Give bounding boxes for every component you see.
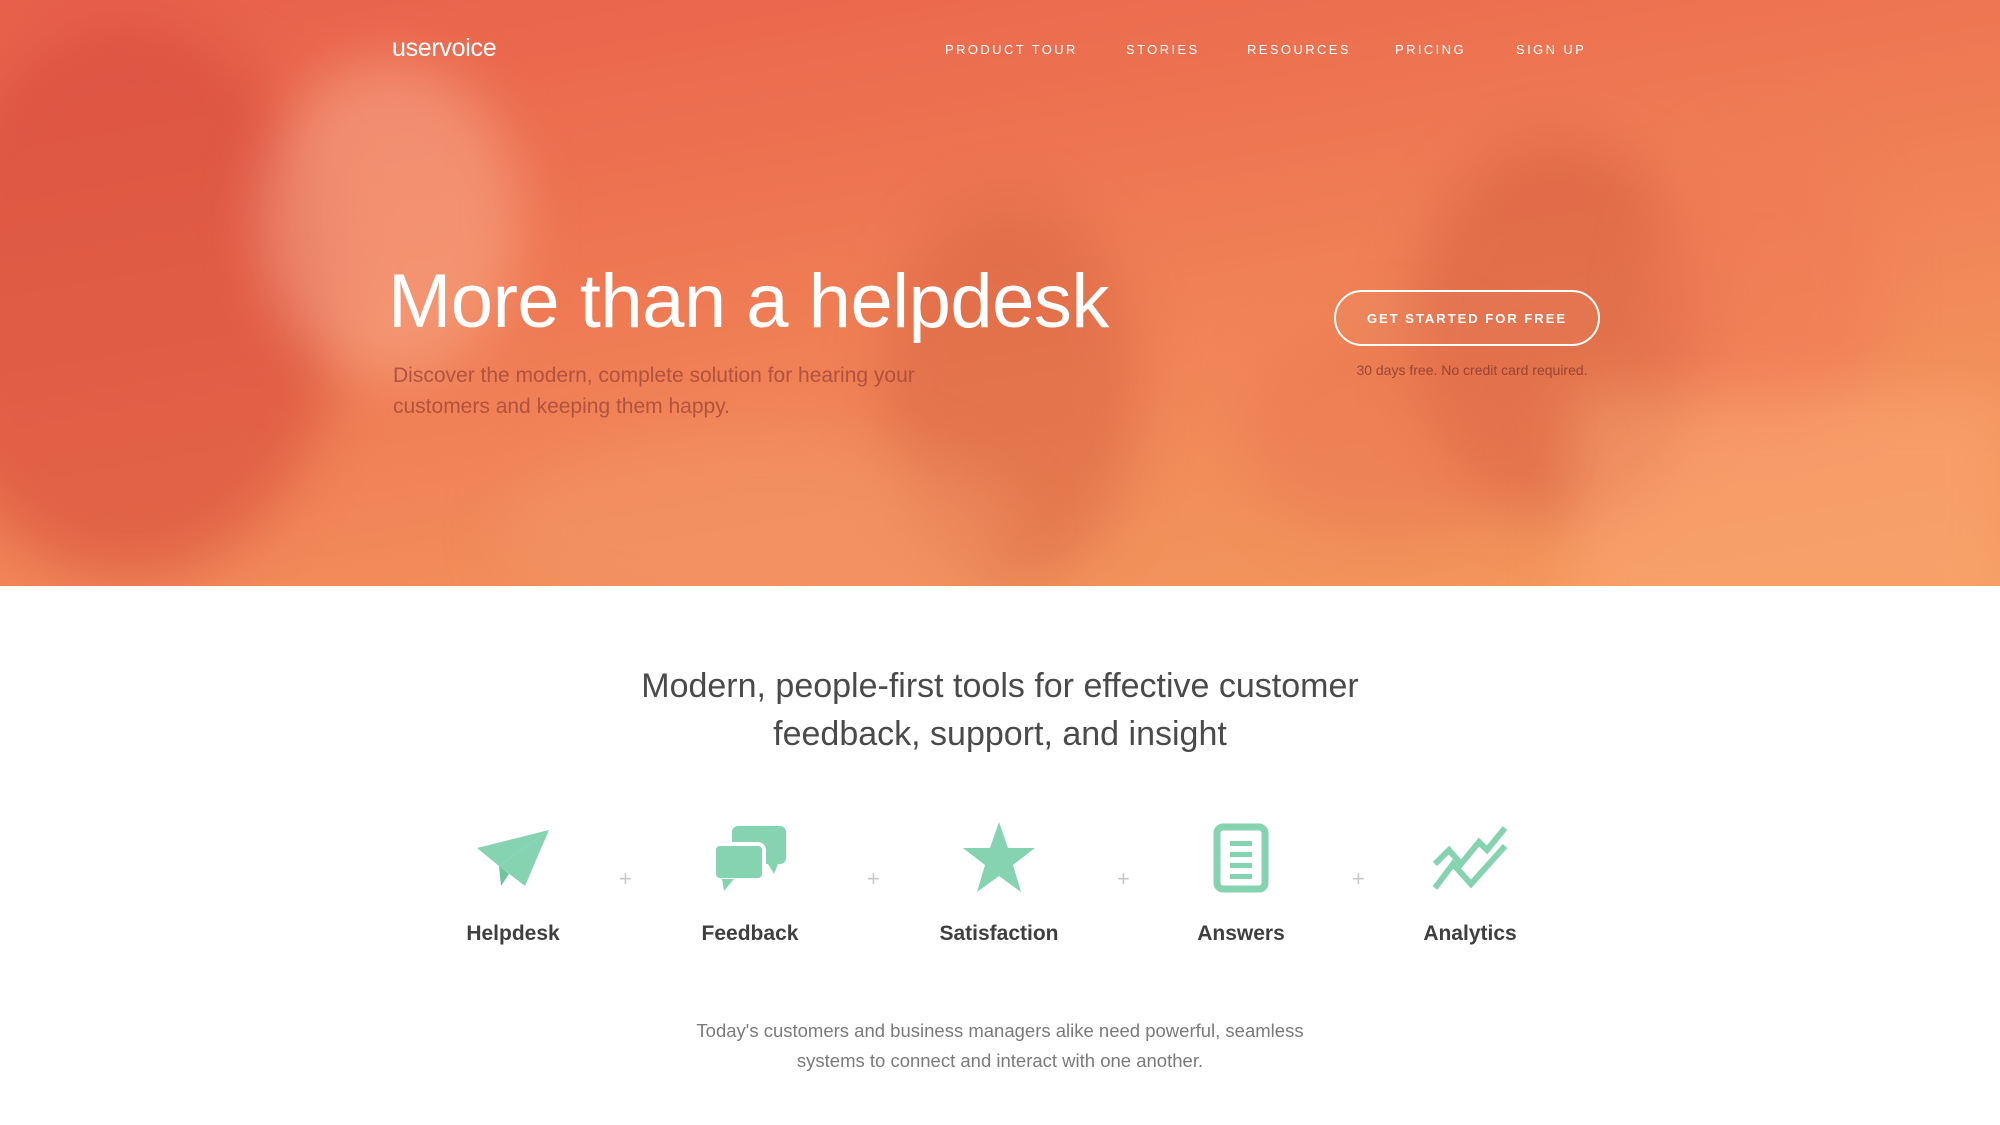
hero-section: uservoice PRODUCT TOUR STORIES RESOURCES…: [0, 0, 2000, 586]
feature-label: Answers: [1197, 922, 1285, 945]
top-navigation: PRODUCT TOUR STORIES RESOURCES PRICING S…: [0, 42, 2000, 62]
chat-bubbles-icon: [640, 818, 860, 898]
description-line: Today's customers and business managers …: [696, 1020, 1304, 1041]
document-icon: [1131, 818, 1351, 898]
feature-satisfaction[interactable]: Satisfaction: [889, 818, 1109, 946]
nav-stories[interactable]: STORIES: [1126, 42, 1200, 57]
features-description: Today's customers and business managers …: [600, 1016, 1400, 1076]
feature-label: Feedback: [701, 922, 799, 945]
nav-product-tour[interactable]: PRODUCT TOUR: [945, 42, 1078, 57]
paper-plane-icon: [403, 818, 623, 898]
feature-answers[interactable]: Answers: [1131, 818, 1351, 946]
feature-analytics[interactable]: Analytics: [1360, 818, 1580, 946]
features-heading: Modern, people-first tools for effective…: [550, 662, 1450, 758]
feature-helpdesk[interactable]: Helpdesk: [403, 818, 623, 946]
plus-separator: +: [867, 866, 880, 891]
nav-pricing[interactable]: PRICING: [1395, 42, 1466, 57]
nav-resources[interactable]: RESOURCES: [1247, 42, 1351, 57]
feature-feedback[interactable]: Feedback: [640, 818, 860, 946]
plus-separator: +: [1117, 866, 1130, 891]
star-icon: [889, 818, 1109, 898]
feature-label: Helpdesk: [466, 922, 560, 945]
hero-subtitle: Discover the modern, complete solution f…: [393, 360, 1033, 422]
hero-subtitle-line: Discover the modern, complete solution f…: [393, 364, 915, 387]
hero-title: More than a helpdesk: [388, 259, 1109, 344]
feature-label: Analytics: [1423, 922, 1517, 945]
description-line: systems to connect and interact with one…: [796, 1050, 1204, 1071]
plus-separator: +: [619, 866, 632, 891]
hero-photo-blur: [1570, 390, 2000, 586]
nav-sign-up[interactable]: SIGN UP: [1516, 42, 1586, 57]
features-heading-line: Modern, people-first tools for effective…: [641, 667, 1359, 705]
features-heading-line: feedback, support, and insight: [773, 715, 1227, 753]
feature-label: Satisfaction: [939, 922, 1059, 945]
hero-photo-blur: [1240, 320, 1540, 540]
get-started-button[interactable]: GET STARTED FOR FREE: [1334, 290, 1600, 346]
cta-note: 30 days free. No credit card required.: [1356, 362, 1588, 378]
hero-subtitle-line: customers and keeping them happy.: [393, 395, 730, 418]
line-chart-icon: [1360, 818, 1580, 898]
